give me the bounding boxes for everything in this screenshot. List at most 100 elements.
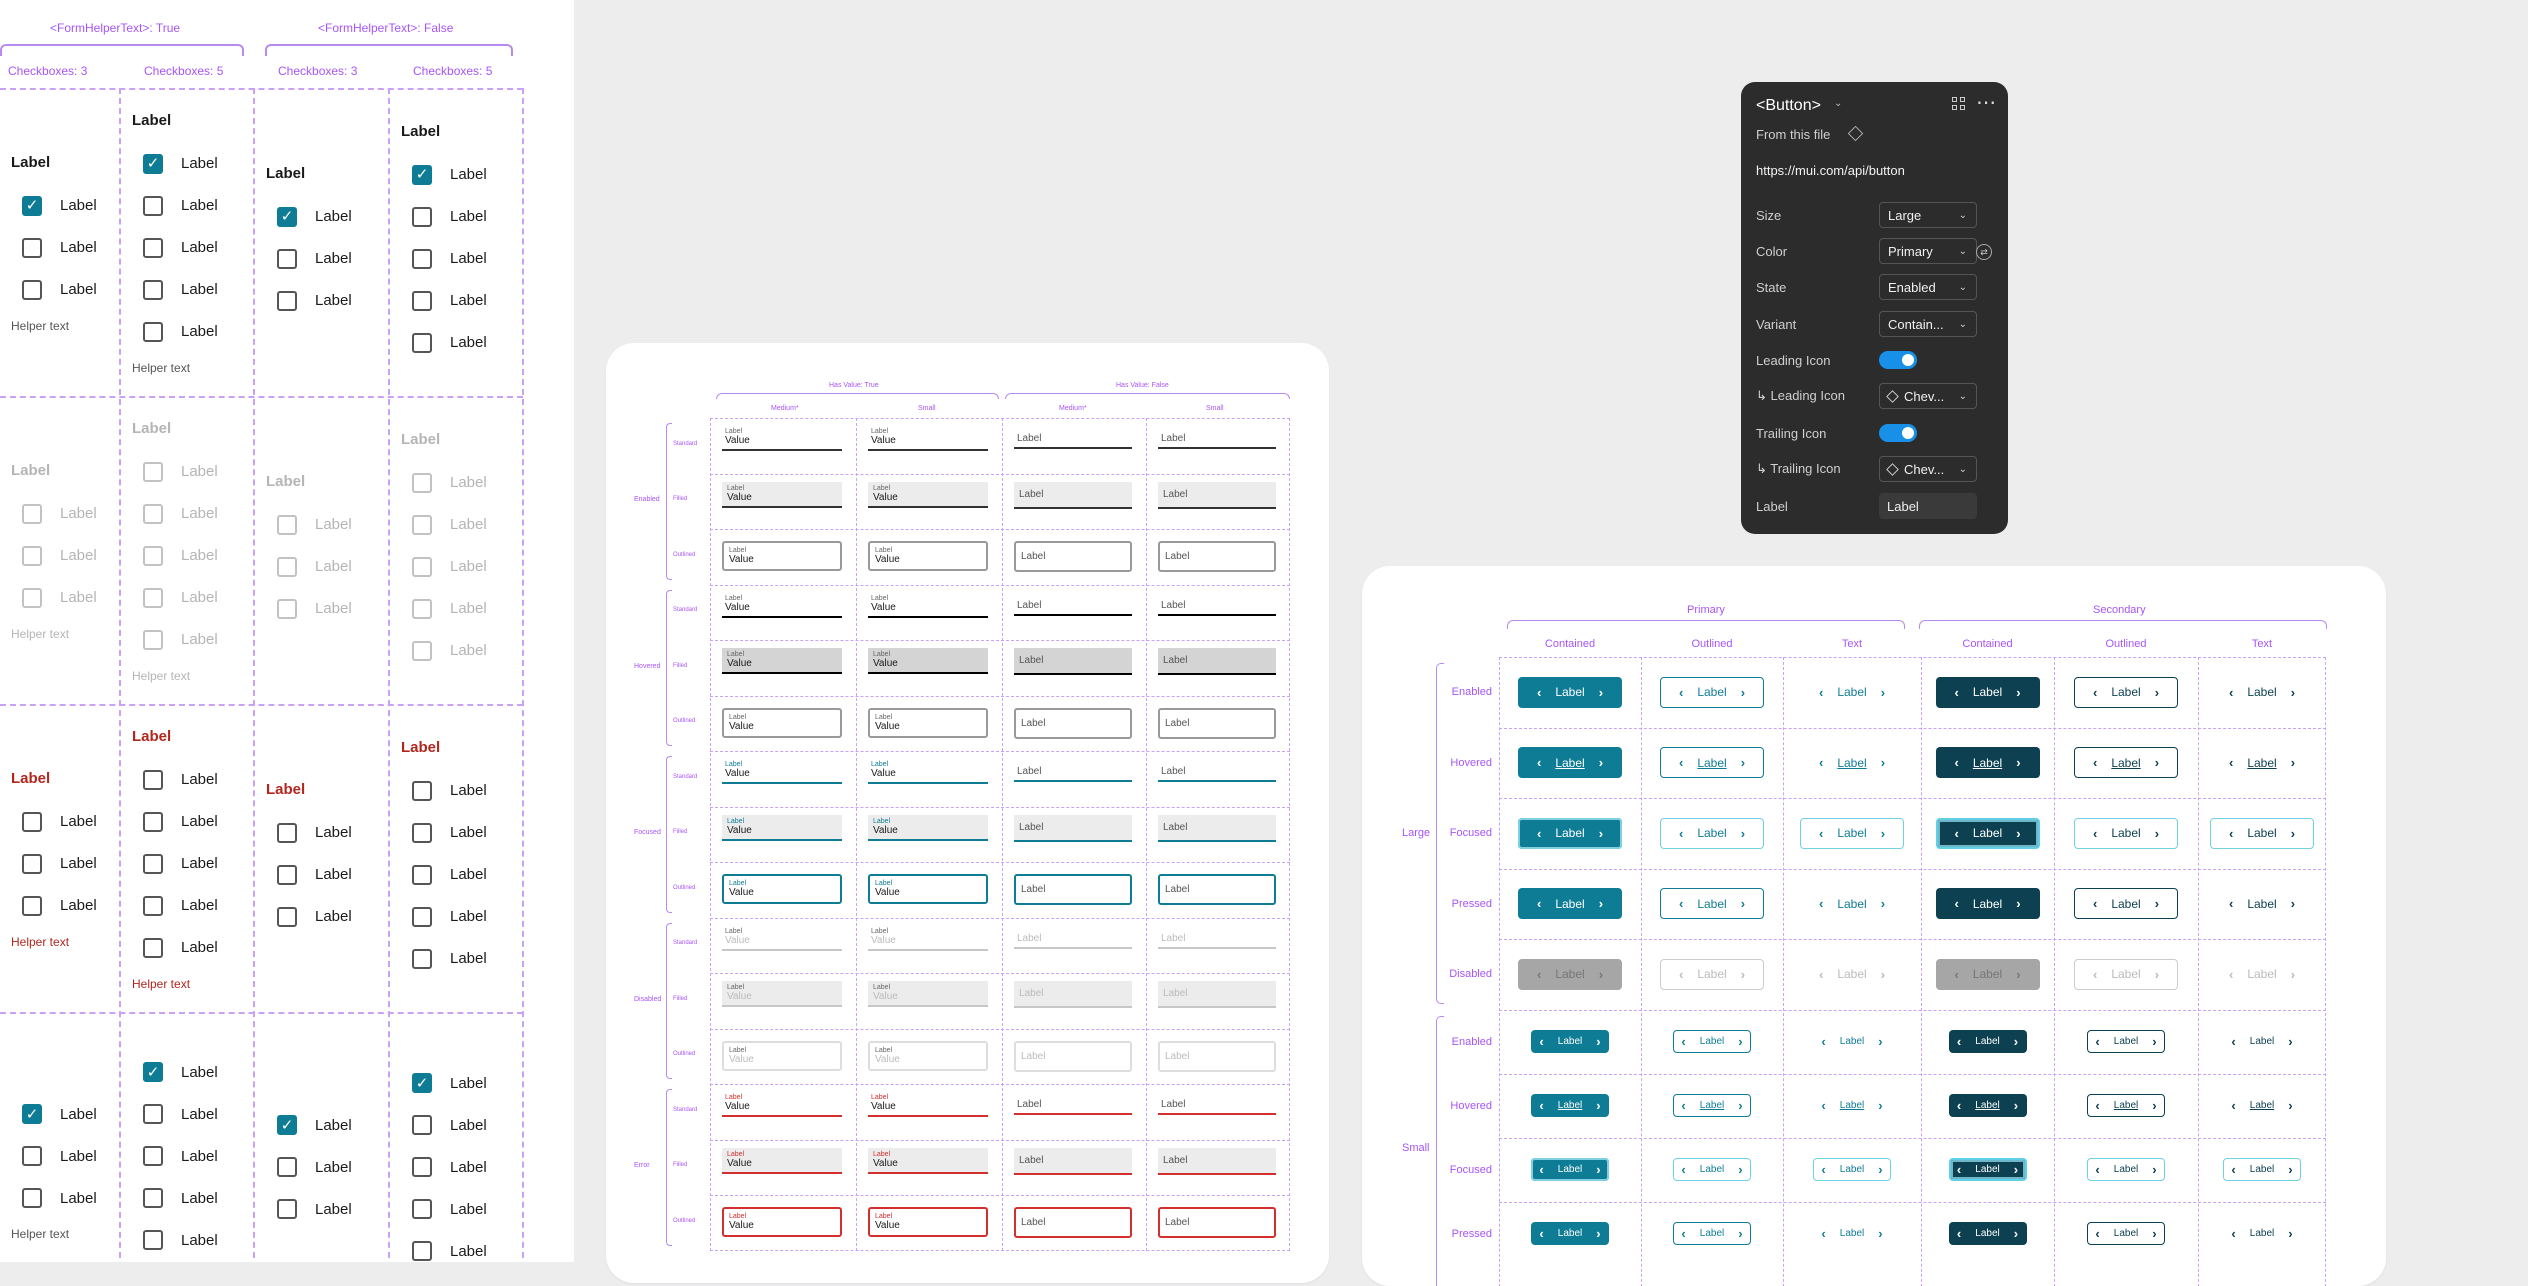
- checkbox-item[interactable]: Label: [121, 269, 252, 311]
- checkbox-icon[interactable]: [277, 823, 297, 843]
- text-field[interactable]: Label: [1014, 1148, 1132, 1175]
- checkbox-item[interactable]: Label: [0, 535, 118, 577]
- button[interactable]: ‹Label›: [1949, 1222, 2027, 1245]
- checkbox-icon[interactable]: [143, 938, 163, 958]
- text-field[interactable]: LabelValue: [722, 708, 842, 738]
- checkbox-item[interactable]: Label: [121, 185, 252, 227]
- checkbox-item[interactable]: Label: [390, 1104, 521, 1146]
- property-select[interactable]: Large⌄: [1879, 202, 1977, 228]
- text-field[interactable]: LabelValue: [868, 708, 988, 738]
- grid-icon[interactable]: [1951, 96, 1967, 112]
- button[interactable]: ‹Label›: [1949, 1094, 2027, 1117]
- checkbox-item[interactable]: Label: [390, 196, 521, 238]
- checkbox-item[interactable]: Label: [255, 812, 387, 854]
- checkbox-icon[interactable]: [277, 599, 297, 619]
- button[interactable]: ‹Label›: [1936, 888, 2040, 919]
- checkbox-item[interactable]: Label: [121, 843, 252, 885]
- checkbox-icon[interactable]: [143, 546, 163, 566]
- text-field[interactable]: Label: [1158, 1207, 1276, 1238]
- checkbox-icon[interactable]: [143, 1146, 163, 1166]
- text-field[interactable]: LabelValue: [722, 1207, 842, 1237]
- button[interactable]: ‹Label›: [1531, 1094, 1609, 1117]
- text-field[interactable]: Label: [1158, 1092, 1276, 1115]
- button[interactable]: ‹Label›: [2087, 1094, 2165, 1117]
- checkbox-icon[interactable]: [412, 473, 432, 493]
- button[interactable]: ‹Label›: [1936, 677, 2040, 708]
- checkbox-item[interactable]: Label: [390, 280, 521, 322]
- checkbox-checked-icon[interactable]: ✓: [22, 196, 42, 216]
- text-field[interactable]: Label: [1014, 482, 1132, 509]
- checkbox-icon[interactable]: [22, 812, 42, 832]
- checkbox-checked-icon[interactable]: ✓: [277, 1115, 297, 1135]
- button[interactable]: ‹Label›: [1518, 818, 1622, 849]
- checkbox-item[interactable]: Label: [390, 546, 521, 588]
- checkbox-item[interactable]: Label: [121, 493, 252, 535]
- text-field[interactable]: LabelValue: [722, 1148, 842, 1174]
- text-field[interactable]: Label: [1158, 815, 1276, 842]
- text-field[interactable]: LabelValue: [868, 648, 988, 674]
- button[interactable]: ‹Label›: [2087, 1030, 2165, 1053]
- component-title[interactable]: <Button>: [1756, 97, 1821, 115]
- text-field[interactable]: Label: [1158, 593, 1276, 616]
- button[interactable]: ‹Label›: [1660, 677, 1764, 708]
- checkbox-item[interactable]: Label: [121, 535, 252, 577]
- checkbox-icon[interactable]: [412, 557, 432, 577]
- text-field[interactable]: LabelValue: [868, 541, 988, 571]
- checkbox-item[interactable]: Label: [390, 896, 521, 938]
- button[interactable]: ‹Label›: [1660, 747, 1764, 778]
- checkbox-checked-icon[interactable]: ✓: [412, 165, 432, 185]
- button[interactable]: ‹Label›: [1800, 818, 1904, 849]
- checkbox-item[interactable]: ✓Label: [0, 1093, 118, 1135]
- text-field[interactable]: LabelValue: [868, 482, 988, 508]
- button[interactable]: ‹Label›: [1936, 818, 2040, 849]
- button[interactable]: ‹Label›: [1800, 677, 1904, 708]
- checkbox-icon[interactable]: [143, 280, 163, 300]
- checkbox-item[interactable]: ✓Label: [255, 196, 387, 238]
- checkbox-item[interactable]: ✓Label: [255, 1104, 387, 1146]
- text-field[interactable]: LabelValue: [722, 482, 842, 508]
- text-field[interactable]: LabelValue: [868, 815, 988, 841]
- button[interactable]: ‹Label›: [1531, 1222, 1609, 1245]
- checkbox-checked-icon[interactable]: ✓: [277, 207, 297, 227]
- text-field[interactable]: Label: [1158, 1148, 1276, 1175]
- checkbox-icon[interactable]: [412, 907, 432, 927]
- checkbox-checked-icon[interactable]: ✓: [22, 1104, 42, 1124]
- checkbox-item[interactable]: Label: [390, 938, 521, 980]
- text-field[interactable]: LabelValue: [868, 874, 988, 904]
- button[interactable]: ‹Label›: [2223, 1158, 2301, 1181]
- checkbox-icon[interactable]: [22, 1146, 42, 1166]
- property-select[interactable]: Chev...⌄: [1879, 456, 1977, 482]
- button[interactable]: ‹Label›: [1660, 818, 1764, 849]
- checkbox-item[interactable]: Label: [121, 1135, 252, 1177]
- property-select[interactable]: Contain...⌄: [1879, 311, 1977, 337]
- text-field[interactable]: LabelValue: [722, 541, 842, 571]
- checkbox-icon[interactable]: [22, 504, 42, 524]
- checkbox-item[interactable]: Label: [0, 227, 118, 269]
- text-field[interactable]: LabelValue: [722, 759, 842, 784]
- property-select[interactable]: Primary⌄: [1879, 238, 1977, 264]
- checkbox-icon[interactable]: [412, 207, 432, 227]
- checkbox-icon[interactable]: [143, 322, 163, 342]
- checkbox-item[interactable]: Label: [121, 577, 252, 619]
- checkbox-icon[interactable]: [412, 865, 432, 885]
- checkbox-icon[interactable]: [412, 781, 432, 801]
- checkbox-item[interactable]: Label: [255, 280, 387, 322]
- button[interactable]: ‹Label›: [1531, 1158, 1609, 1181]
- text-field[interactable]: LabelValue: [722, 1092, 842, 1117]
- checkbox-item[interactable]: Label: [0, 269, 118, 311]
- checkbox-icon[interactable]: [277, 907, 297, 927]
- checkbox-item[interactable]: Label: [390, 630, 521, 672]
- checkbox-icon[interactable]: [22, 238, 42, 258]
- checkbox-icon[interactable]: [143, 504, 163, 524]
- text-field[interactable]: LabelValue: [868, 759, 988, 784]
- checkbox-item[interactable]: Label: [0, 843, 118, 885]
- checkbox-item[interactable]: Label: [390, 812, 521, 854]
- checkbox-icon[interactable]: [143, 196, 163, 216]
- checkbox-item[interactable]: ✓Label: [390, 154, 521, 196]
- button[interactable]: ‹Label›: [2223, 1094, 2301, 1117]
- checkbox-icon[interactable]: [22, 546, 42, 566]
- checkbox-icon[interactable]: [143, 630, 163, 650]
- text-field[interactable]: Label: [1158, 482, 1276, 509]
- checkbox-icon[interactable]: [22, 280, 42, 300]
- checkbox-item[interactable]: Label: [255, 546, 387, 588]
